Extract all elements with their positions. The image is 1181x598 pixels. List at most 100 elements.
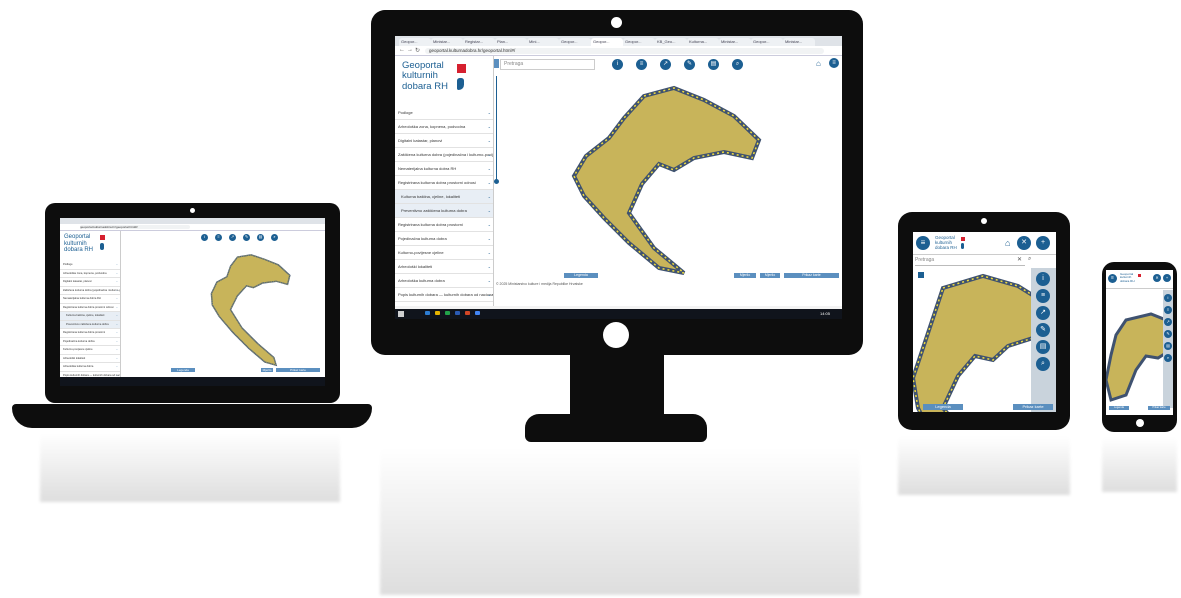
legend-button[interactable]: Legenda	[923, 404, 963, 410]
chevron-down-icon[interactable]: ⌄	[488, 106, 491, 119]
layers-icon[interactable]: +	[1036, 236, 1050, 250]
map-view[interactable]	[1106, 290, 1163, 408]
chevron-down-icon[interactable]: ⌄	[116, 312, 118, 320]
chevron-down-icon[interactable]: ⌄	[116, 304, 118, 312]
map-view-button[interactable]: Prikaz karte	[1148, 406, 1170, 410]
map-view[interactable]: i ≡ ↗ ✎ ▤ ⌕ Legenda Mjerilo Prikaz karte	[121, 231, 325, 379]
menu-item[interactable]: Arheološka zona, kopnena, podvodna ⌄	[395, 120, 493, 134]
map-view-button[interactable]: Prikaz karte	[276, 368, 320, 372]
croatia-map[interactable]	[121, 231, 325, 379]
excel-icon[interactable]	[445, 311, 450, 315]
menu-item[interactable]: Kulturna baština, cjeline, lokaliteti ⌄	[395, 190, 493, 204]
forward-icon[interactable]: →	[407, 47, 413, 53]
croatia-map[interactable]	[1106, 310, 1163, 408]
chevron-down-icon[interactable]: ⌄	[488, 162, 491, 175]
draw-icon[interactable]: ✎	[1036, 323, 1050, 337]
menu-item[interactable]: Arheološki lokaliteti ⌄	[395, 260, 493, 274]
search-icon[interactable]: ⌕	[1036, 357, 1050, 371]
chevron-down-icon[interactable]: ⌄	[116, 321, 118, 329]
legend-button[interactable]: Legenda	[1109, 406, 1129, 410]
search-input[interactable]: Pretraga	[915, 256, 1025, 266]
map-view-button[interactable]: Prikaz karte	[784, 273, 839, 278]
print-icon[interactable]: ▤	[1164, 342, 1172, 350]
search-icon[interactable]: ⌕	[732, 59, 743, 70]
share-icon[interactable]: ↗	[1164, 318, 1172, 326]
home-icon[interactable]: ⌂	[816, 59, 821, 68]
layer-toggle-button[interactable]	[918, 272, 924, 278]
menu-item[interactable]: Registrirana kulturna dobra prostorni od…	[60, 304, 120, 312]
browser-tab[interactable]: Geopor...	[559, 38, 591, 46]
tools-icon[interactable]: ✕	[1017, 236, 1031, 250]
chevron-down-icon[interactable]: ⌄	[488, 120, 491, 133]
chevron-down-icon[interactable]: ⌄	[488, 176, 491, 189]
powerpoint-icon[interactable]	[465, 311, 470, 315]
menu-icon[interactable]: ≡	[829, 58, 839, 68]
menu-item[interactable]: Digitalni katastar, planovi ⌄	[60, 278, 120, 287]
menu-item[interactable]: Registrirana kulturna dobra prostorni od…	[395, 176, 493, 190]
layers-icon[interactable]: ≡	[215, 234, 222, 241]
zoom-slider[interactable]	[496, 76, 497, 181]
menu-item[interactable]: Kulturno-povijesne cjeline ⌄	[60, 346, 120, 355]
menu-item[interactable]: Registrirana kulturna dobra prostorni ⌄	[60, 329, 120, 338]
draw-icon[interactable]: ✎	[684, 59, 695, 70]
address-bar[interactable]: geoportal.kulturnadobra.hr/geoportal.htm…	[80, 225, 190, 229]
croatia-map[interactable]	[564, 78, 764, 278]
legend-button[interactable]: Legenda	[564, 273, 598, 278]
menu-icon[interactable]: ≡	[916, 236, 930, 250]
zoom-slider-handle[interactable]	[494, 179, 499, 184]
chevron-down-icon[interactable]: ⌄	[116, 295, 118, 303]
menu-item[interactable]: Arheološka kulturna dobra ⌄	[60, 363, 120, 372]
chevron-down-icon[interactable]: ⌄	[488, 204, 491, 217]
chevron-down-icon[interactable]: ⌄	[116, 287, 118, 295]
menu-item[interactable]: Kulturno-povijesne cjeline ⌄	[395, 246, 493, 260]
browser-tab[interactable]: Geopor...	[623, 38, 655, 46]
menu-item[interactable]: Kulturna baština, cjeline, lokaliteti ⌄	[60, 312, 120, 321]
tools-icon[interactable]: ✕	[1153, 274, 1161, 282]
layers-icon[interactable]: ≡	[1036, 289, 1050, 303]
info-icon[interactable]: i	[201, 234, 208, 241]
address-bar[interactable]: geoportal.kulturnadobra.hr/geoportal.htm…	[425, 47, 824, 54]
print-icon[interactable]: ▤	[1036, 340, 1050, 354]
info-icon[interactable]: i	[1036, 272, 1050, 286]
word-icon[interactable]	[455, 311, 460, 315]
scale-button[interactable]: Mjerilo	[261, 368, 273, 372]
chevron-down-icon[interactable]: ⌄	[488, 260, 491, 273]
menu-item[interactable]: Registrirana kulturna dobra prostorni ⌄	[395, 218, 493, 232]
layers-icon[interactable]: ≡	[636, 59, 647, 70]
chevron-down-icon[interactable]: ⌄	[488, 148, 491, 161]
menu-item[interactable]: Podloge ⌄	[395, 106, 493, 120]
browser-tab[interactable]: Registar...	[463, 38, 495, 46]
home-icon[interactable]: ⌂	[1005, 238, 1010, 248]
chevron-down-icon[interactable]: ⌄	[116, 270, 118, 278]
browser-tab[interactable]: Kulturna...	[687, 38, 719, 46]
info-icon[interactable]: i	[612, 59, 623, 70]
chevron-down-icon[interactable]: ⌄	[488, 274, 491, 287]
clear-icon[interactable]: ✕	[1017, 256, 1022, 263]
menu-item[interactable]: Nematerijalna kulturna dobra RH ⌄	[60, 295, 120, 304]
chevron-down-icon[interactable]: ⌄	[116, 338, 118, 346]
print-icon[interactable]: ▤	[708, 59, 719, 70]
browser-tab[interactable]: Mini...	[527, 38, 559, 46]
search-icon[interactable]: ⌕	[271, 234, 278, 241]
chevron-down-icon[interactable]: ⌄	[116, 363, 118, 371]
menu-item[interactable]: Digitalni katastar, planovi ⌄	[395, 134, 493, 148]
menu-item[interactable]: Zaštićena kulturna dobra (pojedinačna i …	[60, 287, 120, 295]
croatia-map[interactable]	[913, 268, 1031, 412]
chevron-down-icon[interactable]: ⌄	[488, 218, 491, 231]
browser-tab[interactable]: Geopor...	[591, 38, 623, 46]
layer-toggle-button[interactable]	[494, 59, 499, 68]
menu-item[interactable]: Arheološka zona, kopnena, podvodna ⌄	[60, 270, 120, 278]
chevron-down-icon[interactable]: ⌄	[116, 355, 118, 363]
share-icon[interactable]: ↗	[229, 234, 236, 241]
edge-icon[interactable]	[425, 311, 430, 315]
menu-item[interactable]: Arheološki lokaliteti ⌄	[60, 355, 120, 363]
menu-item[interactable]: Zaštićena kulturna dobra (pojedinačna i …	[395, 148, 493, 162]
map-view-button[interactable]: Prikaz karte	[1013, 404, 1053, 410]
menu-item[interactable]: Popis kulturnih dobara — kulturnih dobar…	[395, 288, 493, 302]
chevron-down-icon[interactable]: ⌄	[488, 232, 491, 245]
browser-tab[interactable]: Geopor...	[399, 38, 431, 46]
menu-item[interactable]: Podloge ⌄	[60, 261, 120, 270]
share-icon[interactable]: ↗	[660, 59, 671, 70]
chevron-down-icon[interactable]: ⌄	[116, 261, 118, 269]
menu-item[interactable]: Pojedinačna kulturna dobra ⌄	[395, 232, 493, 246]
